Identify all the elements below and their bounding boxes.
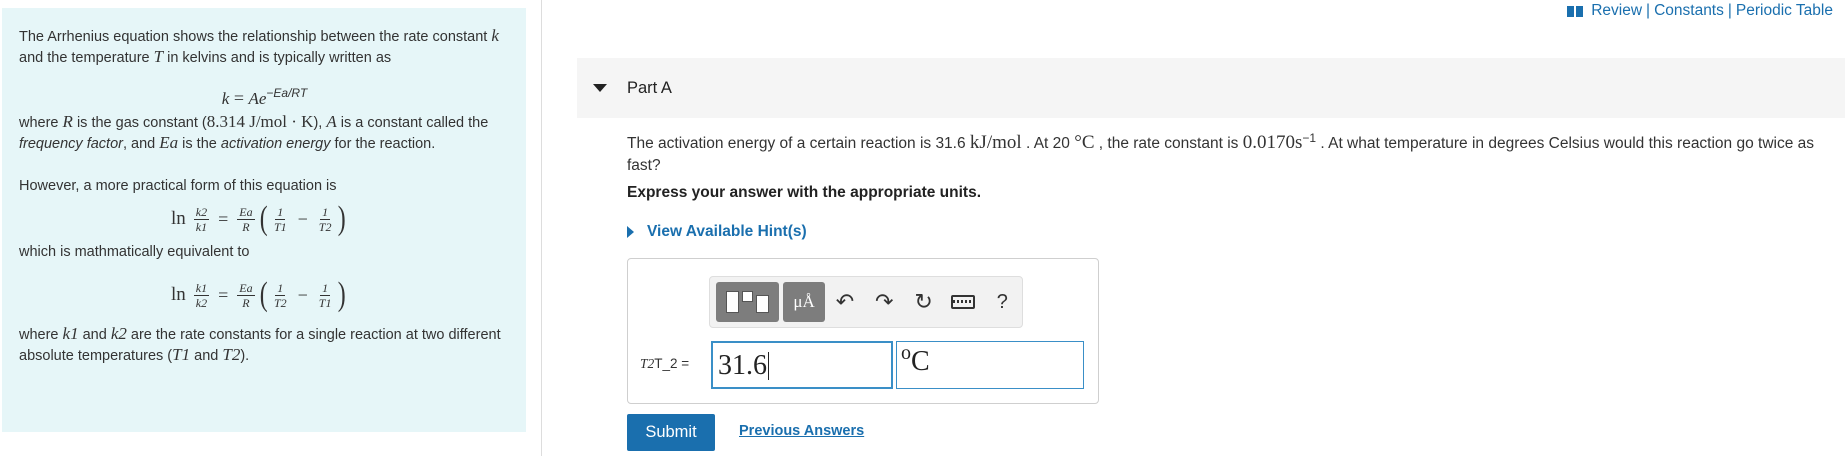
periodic-table-link[interactable]: Periodic Table xyxy=(1736,2,1833,20)
equation-practical: ln k2 k1 = Ea R ( 1 T1 − 1 T2 ) xyxy=(171,200,347,237)
equation-equivalent: ln k1 k2 = Ea R ( 1 T2 − 1 T1 ) xyxy=(171,276,347,313)
question-text: The activation energy of a certain react… xyxy=(627,131,1815,175)
book-icon xyxy=(1567,5,1584,17)
review-link[interactable]: Review xyxy=(1591,2,1642,20)
reset-icon[interactable]: ↻ xyxy=(904,282,943,322)
equivalent-text: which is mathmatically equivalent to xyxy=(19,244,250,260)
templates-button[interactable] xyxy=(716,282,779,322)
units-button[interactable]: μÅ xyxy=(782,282,826,322)
submit-button[interactable]: Submit xyxy=(627,414,715,451)
part-title: Part A xyxy=(627,78,672,97)
undo-icon[interactable]: ↶ xyxy=(825,282,864,322)
answer-instructions: Express your answer with the appropriate… xyxy=(627,184,982,201)
answer-units-input[interactable]: oC xyxy=(896,341,1084,389)
link-separator: | xyxy=(1646,2,1651,19)
help-icon[interactable]: ? xyxy=(983,282,1022,322)
templates-icon xyxy=(725,291,769,313)
previous-answers-link[interactable]: Previous Answers xyxy=(739,423,864,439)
part-a-header[interactable]: Part A xyxy=(577,58,1845,118)
collapse-caret-icon[interactable] xyxy=(593,84,607,92)
info-panel: The Arrhenius equation shows the relatio… xyxy=(2,8,526,432)
redo-icon[interactable]: ↷ xyxy=(865,282,904,322)
keyboard-icon xyxy=(950,295,975,309)
answer-box: μÅ ↶ ↷ ↻ ? T2T_2 = 31.6 oC xyxy=(627,258,1099,404)
rate-constants-text: where k1 and k2 are the rate constants f… xyxy=(19,324,501,364)
practical-form-text: However, a more practical form of this e… xyxy=(19,178,337,194)
header-links: Review | Constants | Periodic Table xyxy=(1567,2,1833,20)
link-separator: | xyxy=(1727,2,1732,19)
intro-text: The Arrhenius equation shows the relatio… xyxy=(19,26,499,66)
answer-value-input[interactable]: 31.6 xyxy=(711,341,893,389)
constants-link[interactable]: Constants xyxy=(1654,2,1724,20)
view-hints-link[interactable]: View Available Hint(s) xyxy=(627,223,807,241)
arrhenius-equation: k = Ae−Ea/RT xyxy=(221,86,308,108)
gas-constant-text: where R is the gas constant (8.314 J/mol… xyxy=(19,112,489,152)
hints-label: View Available Hint(s) xyxy=(647,223,807,240)
keyboard-button[interactable] xyxy=(943,282,982,322)
column-divider xyxy=(541,0,542,456)
math-toolbar: μÅ ↶ ↷ ↻ ? xyxy=(709,276,1023,328)
answer-label: T2T_2 = xyxy=(640,356,690,371)
expand-caret-icon xyxy=(627,226,634,238)
